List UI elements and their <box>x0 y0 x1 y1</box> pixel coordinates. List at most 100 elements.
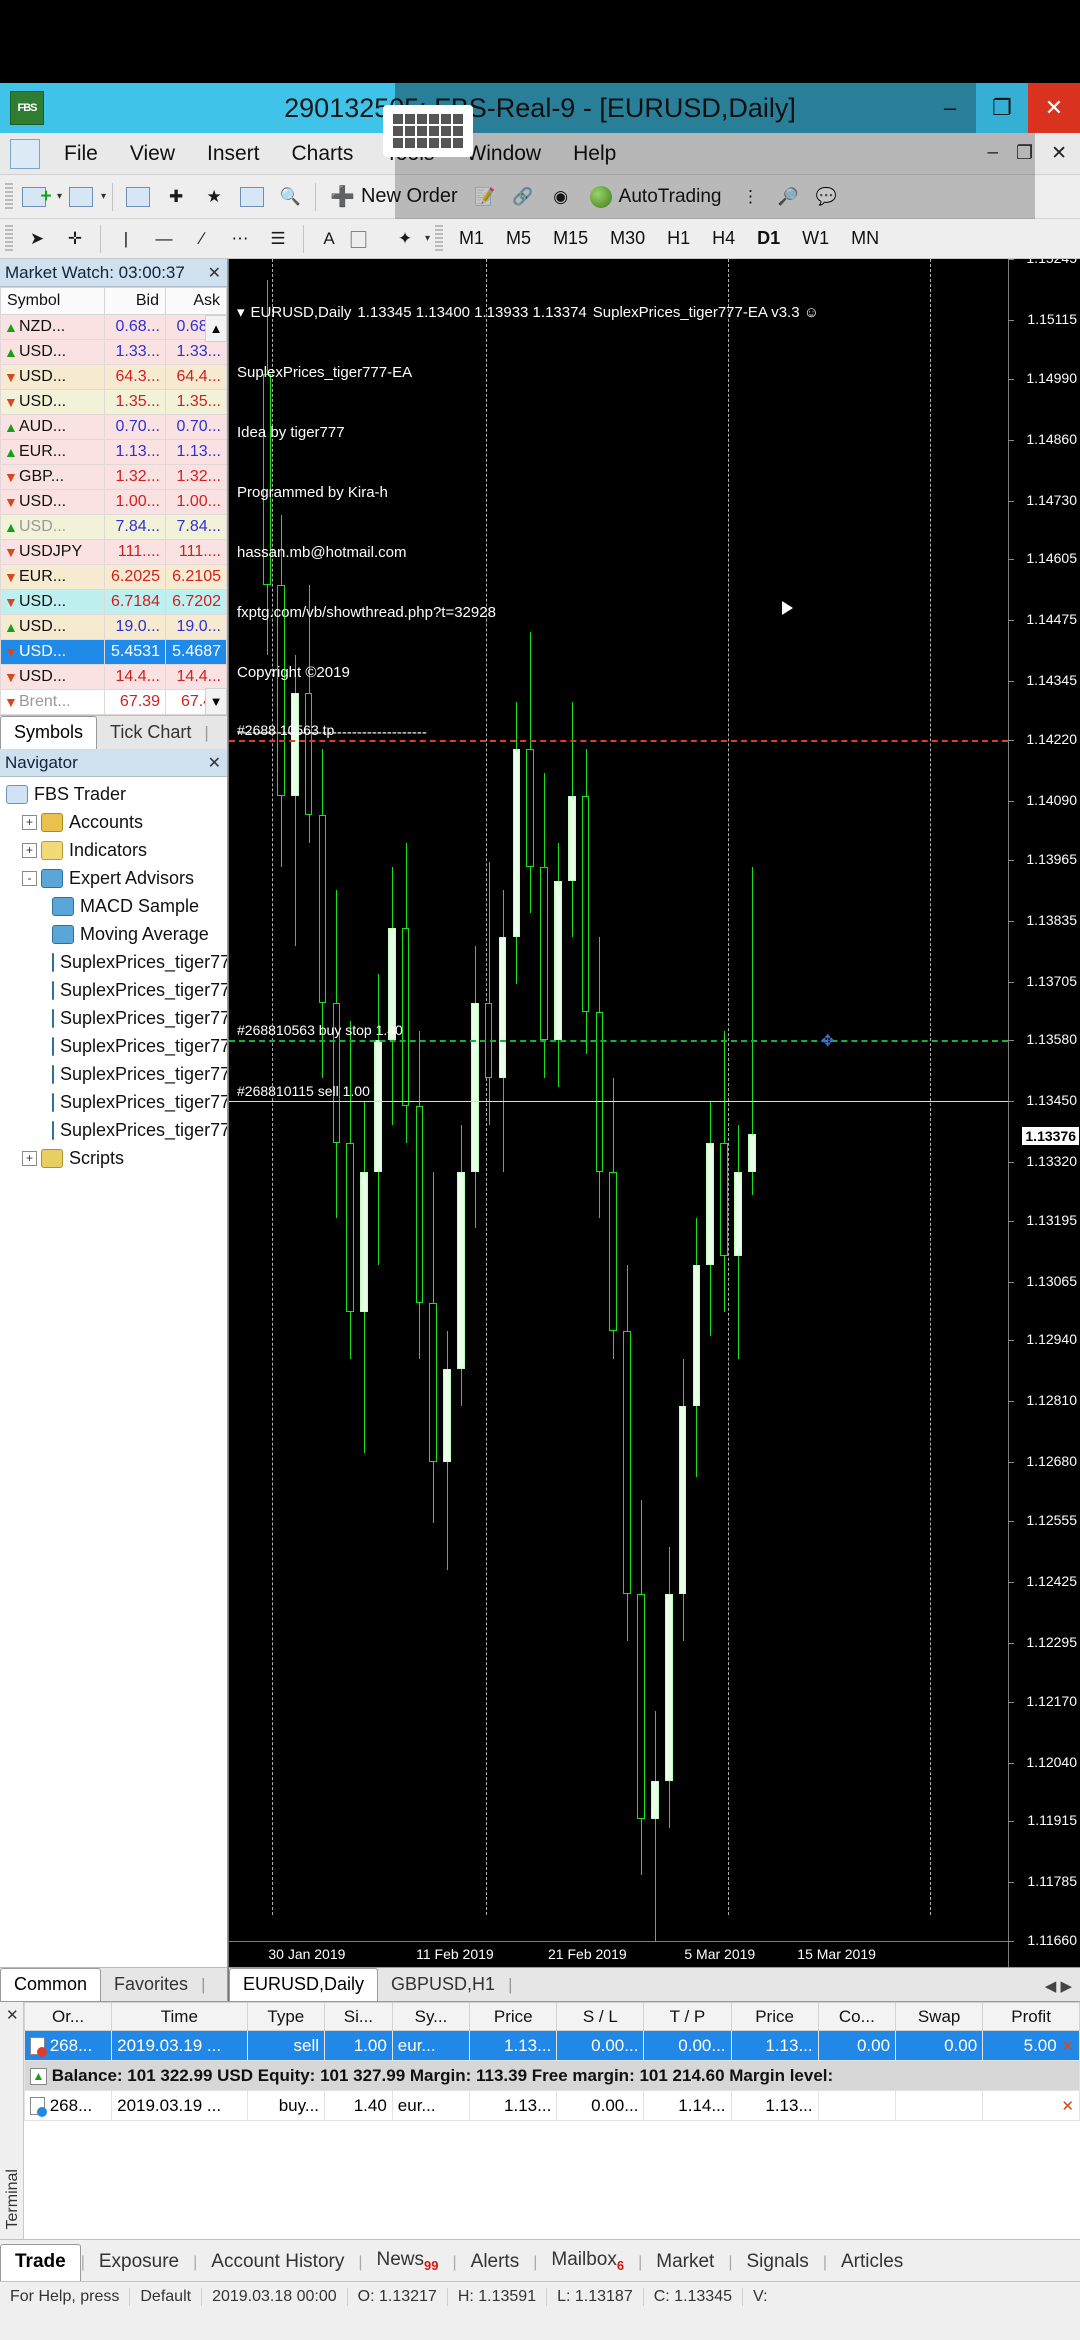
expert-advisors-icon[interactable]: 🔗 <box>506 180 540 214</box>
market-watch-row[interactable]: USD...19.0...19.0... <box>1 615 227 640</box>
terminal-tab-trade[interactable]: Trade <box>0 2244 81 2281</box>
th-symbol[interactable]: Sy... <box>392 2003 469 2031</box>
market-watch-row[interactable]: USD...14.4...14.4... <box>1 665 227 690</box>
crosshair-tool-icon[interactable]: ✛ <box>58 222 92 256</box>
navigator-item-suplexprices-tiger777[interactable]: SuplexPrices_tiger777 <box>0 1060 227 1088</box>
market-watch-row[interactable]: EUR...1.13...1.13... <box>1 440 227 465</box>
trade-row[interactable]: 268...2019.03.19 ...buy...1.40eur...1.13… <box>25 2091 1080 2121</box>
close-button[interactable]: ✕ <box>1028 83 1080 133</box>
navigator-item-expert-advisors[interactable]: -Expert Advisors <box>0 864 227 892</box>
timeframe-h4[interactable]: H4 <box>701 228 746 249</box>
market-watch-scroll-up-icon[interactable]: ▲ <box>205 315 227 342</box>
market-watch-row[interactable]: USDJPY111....111.... <box>1 540 227 565</box>
market-watch-row[interactable]: USD...6.71846.7202 <box>1 590 227 615</box>
price-chart[interactable]: ▾ EURUSD,Daily 1.13345 1.13400 1.13933 1… <box>229 259 1080 1967</box>
order-level-line[interactable] <box>229 1101 1008 1102</box>
market-watch-close-icon[interactable]: ✕ <box>208 263 221 283</box>
new-order-button[interactable]: ➕ New Order <box>322 184 466 209</box>
th-price2[interactable]: Price <box>731 2003 818 2031</box>
th-type[interactable]: Type <box>247 2003 324 2031</box>
th-price[interactable]: Price <box>470 2003 557 2031</box>
close-order-icon[interactable]: ✕ <box>1061 2098 1074 2115</box>
equidistant-channel-icon[interactable]: ⋯ <box>223 222 257 256</box>
tab-symbols[interactable]: Symbols <box>0 716 97 749</box>
th-sl[interactable]: S / L <box>557 2003 644 2031</box>
navigator-item-suplexprices-tiger777[interactable]: SuplexPrices_tiger777 <box>0 1004 227 1032</box>
navigator-icon[interactable]: ★ <box>197 180 231 214</box>
terminal-tab-account-history[interactable]: Account History <box>197 2245 358 2281</box>
onscreen-keyboard-icon[interactable] <box>383 105 473 157</box>
tab-common[interactable]: Common <box>0 1968 101 2001</box>
timeframe-w1[interactable]: W1 <box>791 228 840 249</box>
tab-favorites[interactable]: Favorites <box>101 1969 201 2001</box>
maximize-button[interactable]: ❐ <box>976 83 1028 133</box>
profiles-chevron-down-icon[interactable]: ▾ <box>101 191 106 202</box>
timeframe-h1[interactable]: H1 <box>656 228 701 249</box>
th-size[interactable]: Si... <box>325 2003 393 2031</box>
market-watch-row[interactable]: NZD...0.68...0.68... <box>1 315 227 340</box>
timeframe-m30[interactable]: M30 <box>599 228 656 249</box>
terminal-tab-alerts[interactable]: Alerts <box>457 2245 534 2281</box>
cursor-icon[interactable]: ➤ <box>20 222 54 256</box>
chart-tabs-nav-arrows[interactable]: ◀ ▶ <box>1045 1977 1072 1995</box>
data-window-icon[interactable]: ⋮ <box>733 180 767 214</box>
navigator-item-suplexprices-tiger777[interactable]: SuplexPrices_tiger777 <box>0 976 227 1004</box>
new-chart-icon[interactable]: + <box>20 180 54 214</box>
strategy-tester-icon[interactable]: 🔍 <box>273 180 307 214</box>
new-chart-chevron-down-icon[interactable]: ▾ <box>57 191 62 202</box>
terminal-tab-market[interactable]: Market <box>642 2245 728 2281</box>
autotrading-button[interactable]: AutoTrading <box>580 186 732 208</box>
th-profit[interactable]: Profit <box>983 2003 1080 2031</box>
terminal-icon[interactable] <box>235 180 269 214</box>
market-watch-row[interactable]: Brent...67.3967.40 <box>1 690 227 715</box>
chart-tab-gbpusd-h1[interactable]: GBPUSD,H1 <box>378 1969 508 2001</box>
tab-tick-chart[interactable]: Tick Chart <box>97 717 204 749</box>
chart-tab-eurusd-daily[interactable]: EURUSD,Daily <box>229 1968 378 2001</box>
chart-time-axis[interactable]: 30 Jan 201911 Feb 201921 Feb 20195 Mar 2… <box>229 1941 1008 1967</box>
market-watch-icon[interactable] <box>121 180 155 214</box>
fibonacci-icon[interactable]: ☰ <box>261 222 295 256</box>
navigator-item-suplexprices-tiger777[interactable]: SuplexPrices_tiger777 <box>0 1116 227 1144</box>
navigator-item-fbs-trader[interactable]: FBS Trader <box>0 780 227 808</box>
tree-expander-icon[interactable]: + <box>22 843 37 858</box>
chat-icon[interactable]: 💬 <box>809 180 843 214</box>
market-watch-row[interactable]: USD...1.00...1.00... <box>1 490 227 515</box>
minimize-button[interactable]: – <box>924 83 976 133</box>
text-label-icon[interactable]: ⃞ <box>350 222 384 256</box>
linestudies-grip[interactable] <box>5 225 13 253</box>
navigator-item-suplexprices-tiger777[interactable]: SuplexPrices_tiger777 <box>0 1088 227 1116</box>
timeframe-mn[interactable]: MN <box>840 228 890 249</box>
market-watch-row[interactable]: USD...64.3...64.4... <box>1 365 227 390</box>
market-watch-row[interactable]: USD...1.33...1.33... <box>1 340 227 365</box>
terminal-tab-mailbox[interactable]: Mailbox6 <box>537 2243 638 2281</box>
navigator-item-moving-average[interactable]: Moving Average <box>0 920 227 948</box>
text-icon[interactable]: A <box>312 222 346 256</box>
vertical-line-icon[interactable]: | <box>109 222 143 256</box>
trade-row[interactable]: 268...2019.03.19 ...sell1.00eur...1.13..… <box>25 2031 1080 2061</box>
menu-item-charts[interactable]: Charts <box>276 142 370 166</box>
menu-item-help[interactable]: Help <box>557 142 632 166</box>
th-time[interactable]: Time <box>112 2003 248 2031</box>
chart-price-axis[interactable]: 1.152451.151151.149901.148601.147301.146… <box>1008 259 1080 1967</box>
mdi-close-button[interactable]: ✕ <box>1044 142 1074 165</box>
market-watch-row[interactable]: USD...5.45315.4687 <box>1 640 227 665</box>
terminal-tab-signals[interactable]: Signals <box>732 2245 822 2281</box>
th-swap[interactable]: Swap <box>896 2003 983 2031</box>
trendline-icon[interactable]: ∕ <box>185 222 219 256</box>
timeframe-m15[interactable]: M15 <box>542 228 599 249</box>
terminal-tab-news[interactable]: News99 <box>363 2243 453 2281</box>
col-ask[interactable]: Ask <box>165 288 226 315</box>
timeframe-grip[interactable] <box>435 225 443 253</box>
timeframe-m5[interactable]: M5 <box>495 228 542 249</box>
market-watch-row[interactable]: USD...1.35...1.35... <box>1 390 227 415</box>
th-order[interactable]: Or... <box>25 2003 112 2031</box>
terminal-close-icon[interactable]: ✕ <box>6 2006 19 2024</box>
market-watch-row[interactable]: AUD...0.70...0.70... <box>1 415 227 440</box>
th-tp[interactable]: T / P <box>644 2003 731 2031</box>
mdi-restore-button[interactable]: ❐ <box>1009 142 1040 165</box>
navigator-item-scripts[interactable]: +Scripts <box>0 1144 227 1172</box>
menu-item-file[interactable]: File <box>48 142 114 166</box>
order-level-line[interactable] <box>229 1040 1008 1042</box>
tree-expander-icon[interactable]: + <box>22 815 37 830</box>
zoom-search-icon[interactable]: 🔎 <box>771 180 805 214</box>
